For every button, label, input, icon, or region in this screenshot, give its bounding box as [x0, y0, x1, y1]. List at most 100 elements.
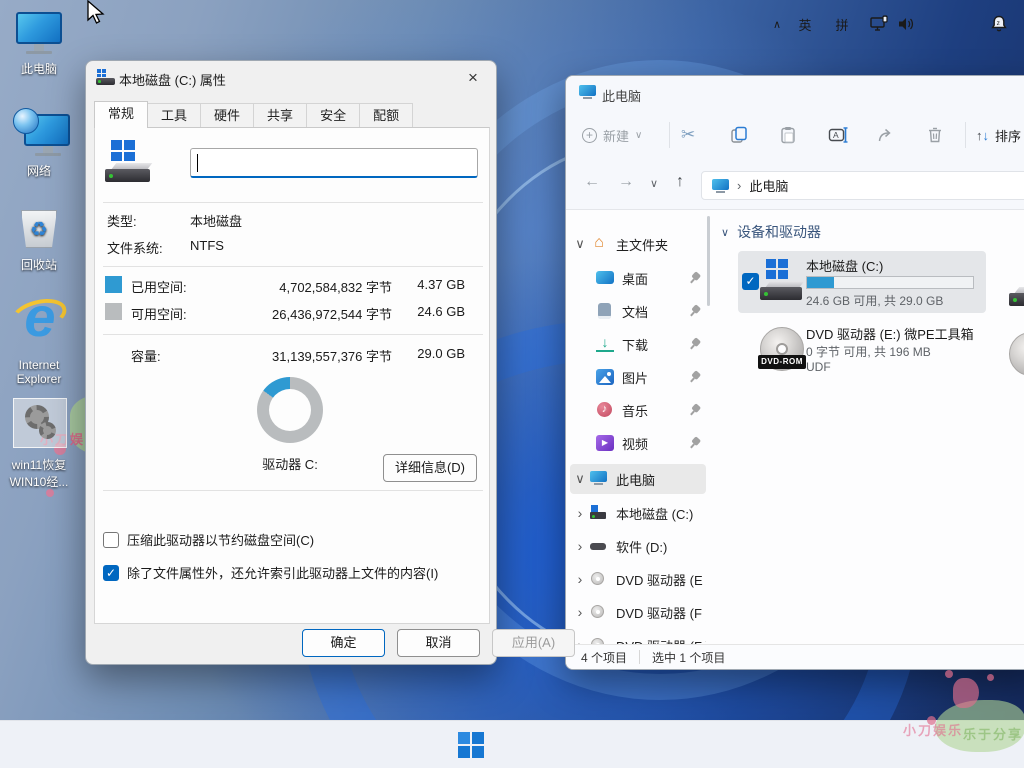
sidebar-item-desktop[interactable]: 桌面	[570, 263, 706, 293]
desktop-icon-internet-explorer[interactable]: e Internet Explorer	[1, 296, 77, 386]
cancel-button[interactable]: 取消	[397, 629, 480, 657]
network-icon	[869, 15, 889, 33]
chevron-right-icon[interactable]: ›	[570, 538, 590, 554]
desktop-root: 此电脑 网络 ♻ 回收站 e Internet Explorer 小刀娱乐 乐于…	[0, 0, 1024, 768]
dialog-footer: 确定 取消 应用(A)	[86, 623, 496, 664]
taskbar	[0, 720, 1024, 768]
sidebar-item-downloads[interactable]: ↓ 下载	[570, 329, 706, 359]
disk-usage-fill	[807, 277, 834, 288]
dialog-titlebar: 本地磁盘 (C:) 属性 ×	[86, 61, 496, 95]
home-icon: ⌂	[590, 236, 608, 252]
sort-button[interactable]: ↑ ↓ 排序	[976, 118, 1021, 152]
sidebar-item-drive-d[interactable]: › 软件 (D:)	[570, 531, 706, 561]
tab-tools[interactable]: 工具	[148, 103, 201, 128]
ok-button[interactable]: 确定	[302, 629, 385, 657]
desktop-icon-label-line2: WIN10经...	[1, 473, 77, 490]
checkbox-checked[interactable]: ✓	[103, 565, 119, 581]
sidebar-item-music[interactable]: ♪ 音乐	[570, 395, 706, 425]
rename-button[interactable]: A	[828, 118, 848, 152]
sidebar-item-dvd-e[interactable]: › DVD 驱动器 (E	[570, 564, 706, 594]
desktop-icon-recycle-bin[interactable]: ♻ 回收站	[1, 206, 77, 273]
navigation-bar: ← → ∨ ↑ › 此电脑	[566, 160, 1024, 210]
desktop-icon-network[interactable]: 网络	[1, 112, 77, 179]
tab-security[interactable]: 安全	[307, 103, 360, 128]
sidebar-item-dvd-f[interactable]: › DVD 驱动器 (F	[570, 597, 706, 627]
chevron-right-icon[interactable]: ›	[570, 604, 590, 620]
desktop-icon-win11-restore[interactable]: win11恢复 WIN10经...	[1, 398, 77, 490]
start-button[interactable]	[455, 729, 487, 761]
up-button[interactable]: ↑	[676, 173, 684, 191]
tray-ime-indicator[interactable]: 拼	[830, 0, 854, 48]
index-checkbox-row[interactable]: ✓ 除了文件属性外，还允许索引此驱动器上文件的内容(I)	[103, 563, 438, 582]
forward-button[interactable]: →	[618, 173, 634, 191]
back-button[interactable]: ←	[584, 173, 600, 191]
paste-button[interactable]	[779, 118, 797, 152]
sidebar-item-this-pc[interactable]: ∨ 此电脑	[570, 464, 706, 494]
videos-icon: ▶	[596, 435, 614, 451]
compress-checkbox-row[interactable]: 压缩此驱动器以节约磁盘空间(C)	[103, 530, 314, 549]
plus-circle-icon: +	[582, 128, 597, 143]
network-icon	[13, 112, 65, 158]
sidebar-scrollbar[interactable]	[707, 216, 710, 306]
desktop-icon-this-pc[interactable]: 此电脑	[1, 10, 77, 77]
drive-tile-dvd-e[interactable]: DVD-ROM DVD 驱动器 (E:) 微PE工具箱 0 字节 可用, 共 1…	[738, 319, 986, 381]
chevron-down-icon[interactable]: ∨	[570, 236, 590, 252]
local-disk-icon	[105, 140, 153, 182]
selection-checkbox[interactable]: ✓	[742, 273, 759, 290]
recent-locations-chevron[interactable]: ∨	[650, 177, 658, 190]
scissors-icon: ✂	[681, 125, 695, 145]
breadcrumb-separator: ›	[737, 178, 741, 193]
checkbox-unchecked[interactable]	[103, 532, 119, 548]
sidebar-item-drive-c[interactable]: › 本地磁盘 (C:)	[570, 498, 706, 528]
chevron-right-icon[interactable]: ›	[570, 505, 590, 521]
volume-label-input[interactable]	[190, 148, 478, 178]
sidebar-item-pictures[interactable]: 图片	[570, 362, 706, 392]
desktop-icon-label-line1: win11恢复	[1, 456, 77, 473]
explorer-chrome: 此电脑 + 新建 ∨ ✂	[566, 76, 1024, 210]
local-disk-icon	[96, 69, 116, 87]
free-bytes: 26,436,972,544 字节	[252, 304, 392, 323]
this-pc-icon	[712, 179, 729, 193]
chevron-down-icon: ∨	[721, 226, 729, 239]
cut-button[interactable]: ✂	[681, 118, 695, 152]
drive-caption: 驱动器 C:	[225, 454, 355, 473]
desktop-folder-icon	[596, 270, 614, 286]
text-caret	[197, 154, 198, 172]
chevron-down-icon: ∨	[635, 130, 642, 141]
drive-tile-c[interactable]: ✓ 本地磁盘 (C:) 24.6 GB 可用, 共 29.0 GB	[738, 251, 986, 313]
toolbar-divider	[669, 122, 670, 148]
tab-general[interactable]: 常规	[94, 101, 148, 128]
apply-button[interactable]: 应用(A)	[492, 629, 575, 657]
tray-language-indicator[interactable]: 英	[793, 0, 817, 48]
dvd-icon	[590, 604, 608, 620]
toolbar-divider	[965, 122, 966, 148]
delete-button[interactable]	[926, 118, 944, 152]
sidebar-item-documents[interactable]: 文档	[570, 296, 706, 326]
chevron-down-icon[interactable]: ∨	[570, 471, 590, 487]
share-button[interactable]	[877, 118, 895, 152]
tab-sharing[interactable]: 共享	[254, 103, 307, 128]
svg-text:z: z	[997, 20, 1000, 27]
tab-hardware[interactable]: 硬件	[201, 103, 254, 128]
tray-show-hidden-icons[interactable]: ∧	[766, 0, 788, 48]
chevron-right-icon[interactable]: ›	[570, 571, 590, 587]
chevron-up-icon: ∧	[773, 18, 781, 31]
tray-volume-icon[interactable]	[893, 0, 919, 48]
new-button[interactable]: + 新建 ∨	[582, 118, 642, 152]
breadcrumb-root[interactable]: 此电脑	[749, 176, 788, 195]
copy-button[interactable]	[730, 118, 748, 152]
mouse-cursor	[86, 0, 106, 26]
details-button[interactable]: 详细信息(D)	[383, 454, 477, 482]
this-pc-icon	[579, 85, 596, 99]
tab-quota[interactable]: 配额	[360, 103, 413, 128]
internet-explorer-icon: e	[13, 296, 65, 354]
capacity-bytes: 31,139,557,376 字节	[252, 346, 392, 365]
sidebar-item-home[interactable]: ∨ ⌂ 主文件夹	[570, 229, 706, 259]
sidebar-item-videos[interactable]: ▶ 视频	[570, 428, 706, 458]
tray-network-icon[interactable]	[866, 0, 892, 48]
section-header-devices[interactable]: ∨ 设备和驱动器	[721, 222, 821, 242]
explorer-body: ∨ ⌂ 主文件夹 桌面 文档 ↓ 下载	[566, 210, 1024, 646]
close-icon[interactable]: ×	[458, 64, 488, 92]
tray-notifications[interactable]: z	[986, 0, 1012, 48]
address-bar[interactable]: › 此电脑	[701, 171, 1024, 200]
